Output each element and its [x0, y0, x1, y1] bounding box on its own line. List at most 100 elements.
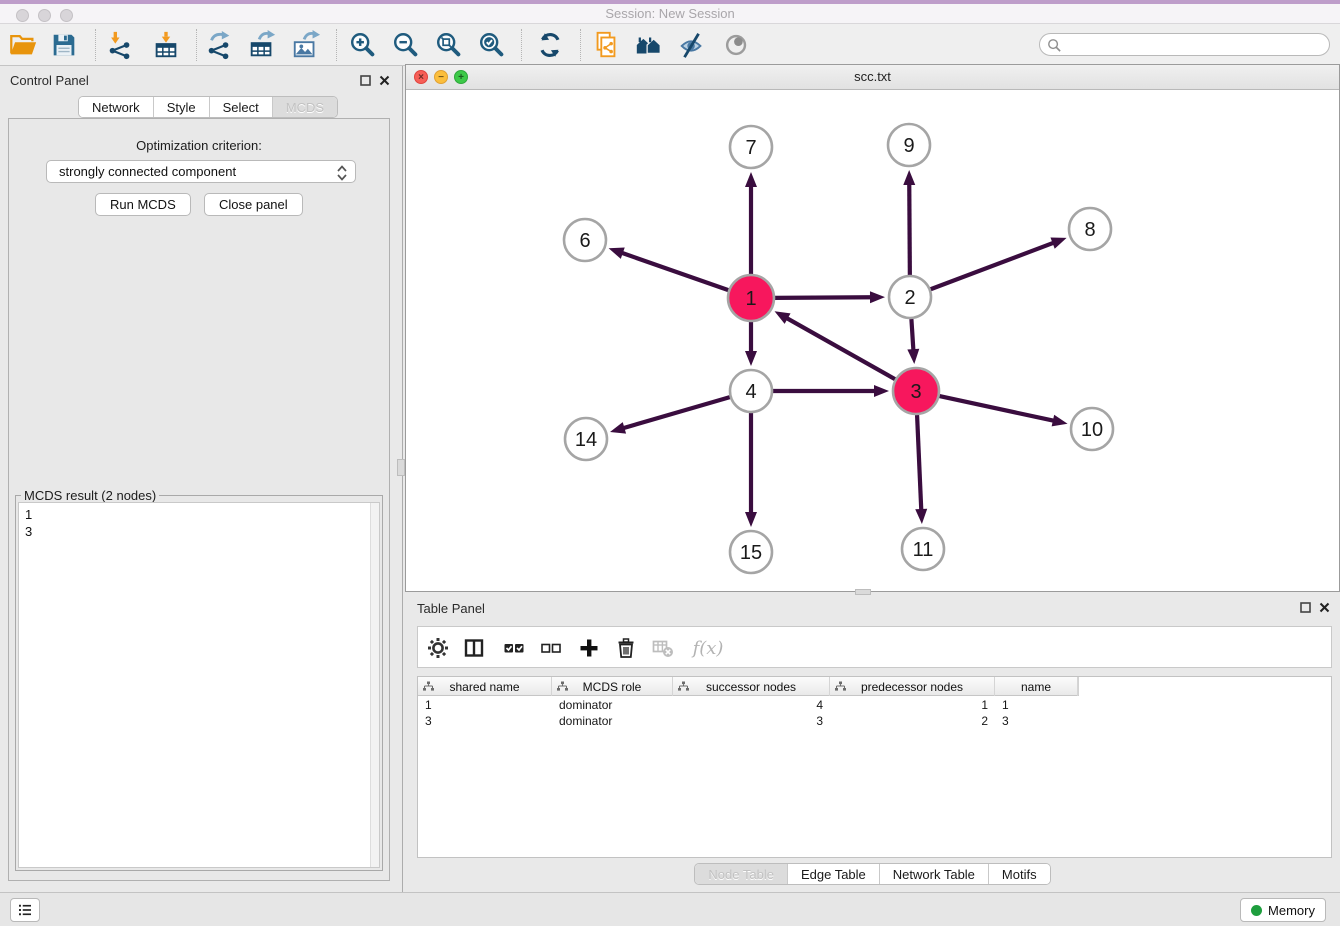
- float-panel-icon[interactable]: [358, 73, 372, 87]
- search-box: [1039, 33, 1330, 56]
- toolbar-separator: [580, 29, 581, 61]
- tab-select[interactable]: Select: [209, 97, 272, 117]
- graph-node-label-8: 8: [1084, 219, 1095, 241]
- export-network-icon[interactable]: [203, 29, 235, 61]
- float-table-panel-icon[interactable]: [1298, 600, 1312, 614]
- graph-node-label-3: 3: [910, 381, 921, 403]
- table-panel-title: Table Panel: [417, 601, 485, 616]
- import-table-icon[interactable]: [150, 29, 182, 61]
- window-title: Session: New Session: [0, 6, 1340, 21]
- tab-network[interactable]: Network: [79, 97, 153, 117]
- mcds-result-list[interactable]: 1 3: [18, 502, 380, 868]
- open-file-icon[interactable]: [7, 29, 39, 61]
- vertical-splitter[interactable]: [402, 66, 403, 892]
- graph-edge-arrowhead: [907, 349, 919, 364]
- table-panel-header: Table Panel: [405, 596, 1340, 622]
- column-header-shared-name[interactable]: shared name: [418, 677, 552, 696]
- tab-style[interactable]: Style: [153, 97, 209, 117]
- graph-edge-2-3[interactable]: [911, 319, 913, 351]
- first-neighbors-icon[interactable]: [633, 29, 665, 61]
- graph-edge-3-1[interactable]: [786, 318, 895, 380]
- table-row[interactable]: 1dominator411: [418, 697, 1078, 713]
- column-header-predecessor-nodes[interactable]: predecessor nodes: [830, 677, 995, 696]
- tab-motifs[interactable]: Motifs: [988, 864, 1050, 884]
- delete-table-icon: [651, 636, 675, 660]
- table-row[interactable]: 3dominator323: [418, 713, 1078, 729]
- panel-list-button[interactable]: [10, 898, 40, 922]
- vertical-splitter-handle[interactable]: [397, 459, 405, 476]
- zoom-out-icon[interactable]: [390, 29, 422, 61]
- mcds-result-values: 1 3: [19, 503, 379, 543]
- tab-edge-table[interactable]: Edge Table: [787, 864, 879, 884]
- table-cell[interactable]: 3: [418, 713, 552, 729]
- search-input[interactable]: [1066, 35, 1321, 54]
- close-panel-button[interactable]: Close panel: [204, 193, 303, 216]
- delete-column-icon[interactable]: [614, 636, 638, 660]
- deselect-all-icon[interactable]: [539, 636, 563, 660]
- table-cell[interactable]: 1: [830, 697, 995, 713]
- tab-node-table[interactable]: Node Table: [695, 864, 787, 884]
- graph-edge-arrowhead: [915, 509, 927, 524]
- network-window-titlebar[interactable]: × − + scc.txt: [406, 65, 1339, 90]
- column-header-successor-nodes[interactable]: successor nodes: [673, 677, 830, 696]
- network-canvas[interactable]: 7968124314101511: [406, 91, 1339, 591]
- graph-edge-arrowhead: [870, 291, 885, 303]
- table-cell[interactable]: 1: [995, 697, 1078, 713]
- horizontal-splitter-handle[interactable]: [855, 589, 871, 595]
- table-toolbar: f(x): [417, 626, 1332, 668]
- mcds-result-title: MCDS result (2 nodes): [21, 488, 159, 503]
- graph-node-label-14: 14: [575, 429, 597, 451]
- close-panel-icon[interactable]: [377, 73, 391, 87]
- show-all-icon[interactable]: [721, 29, 753, 61]
- graph-node-label-6: 6: [579, 230, 590, 252]
- close-table-panel-icon[interactable]: [1317, 600, 1331, 614]
- toolbar-separator: [521, 29, 522, 61]
- graph-edge-3-10[interactable]: [939, 396, 1054, 421]
- network-view-window: × − + scc.txt 7968124314101511: [405, 64, 1340, 592]
- export-table-icon[interactable]: [246, 29, 278, 61]
- table-cell[interactable]: 2: [830, 713, 995, 729]
- graph-edge-1-2[interactable]: [775, 297, 872, 298]
- tab-network-table[interactable]: Network Table: [879, 864, 988, 884]
- graph-edge-2-9[interactable]: [909, 183, 910, 275]
- select-stepper-icon: [337, 165, 347, 181]
- tab-mcds[interactable]: MCDS: [272, 97, 337, 117]
- table-cell[interactable]: dominator: [552, 697, 673, 713]
- table-settings-icon[interactable]: [426, 636, 450, 660]
- mcds-panel: Optimization criterion: strongly connect…: [8, 118, 390, 881]
- result-scrollbar[interactable]: [370, 503, 379, 867]
- import-network-icon[interactable]: [104, 29, 136, 61]
- column-header-name[interactable]: name: [995, 677, 1078, 696]
- graph-edge-2-8[interactable]: [931, 242, 1055, 289]
- graph-node-label-7: 7: [745, 137, 756, 159]
- table-cell[interactable]: 3: [673, 713, 830, 729]
- graph-edge-arrowhead: [745, 512, 757, 527]
- graph-edge-4-14[interactable]: [622, 397, 729, 428]
- new-session-from-network-icon[interactable]: [590, 29, 622, 61]
- memory-label: Memory: [1268, 903, 1315, 918]
- refresh-view-icon[interactable]: [534, 29, 566, 61]
- add-column-icon[interactable]: [577, 636, 601, 660]
- column-header-MCDS-role[interactable]: MCDS role: [552, 677, 673, 696]
- memory-button[interactable]: Memory: [1240, 898, 1326, 922]
- select-all-icon[interactable]: [502, 636, 526, 660]
- hide-selected-icon[interactable]: [676, 29, 708, 61]
- criterion-select[interactable]: strongly connected component: [46, 160, 356, 183]
- main-toolbar: [0, 23, 1340, 66]
- export-image-icon[interactable]: [290, 29, 322, 61]
- node-table[interactable]: shared nameMCDS rolesuccessor nodesprede…: [417, 676, 1332, 858]
- table-cell[interactable]: 4: [673, 697, 830, 713]
- table-cell[interactable]: 3: [995, 713, 1078, 729]
- run-mcds-button[interactable]: Run MCDS: [95, 193, 191, 216]
- graph-node-label-9: 9: [903, 135, 914, 157]
- graph-edge-1-6[interactable]: [621, 253, 728, 291]
- zoom-selected-icon[interactable]: [476, 29, 508, 61]
- table-cell[interactable]: 1: [418, 697, 552, 713]
- table-cell[interactable]: dominator: [552, 713, 673, 729]
- zoom-fit-icon[interactable]: [433, 29, 465, 61]
- zoom-in-icon[interactable]: [347, 29, 379, 61]
- save-session-icon[interactable]: [48, 29, 80, 61]
- toolbar-separator: [196, 29, 197, 61]
- graph-edge-3-11[interactable]: [917, 415, 921, 511]
- split-panel-icon[interactable]: [462, 636, 486, 660]
